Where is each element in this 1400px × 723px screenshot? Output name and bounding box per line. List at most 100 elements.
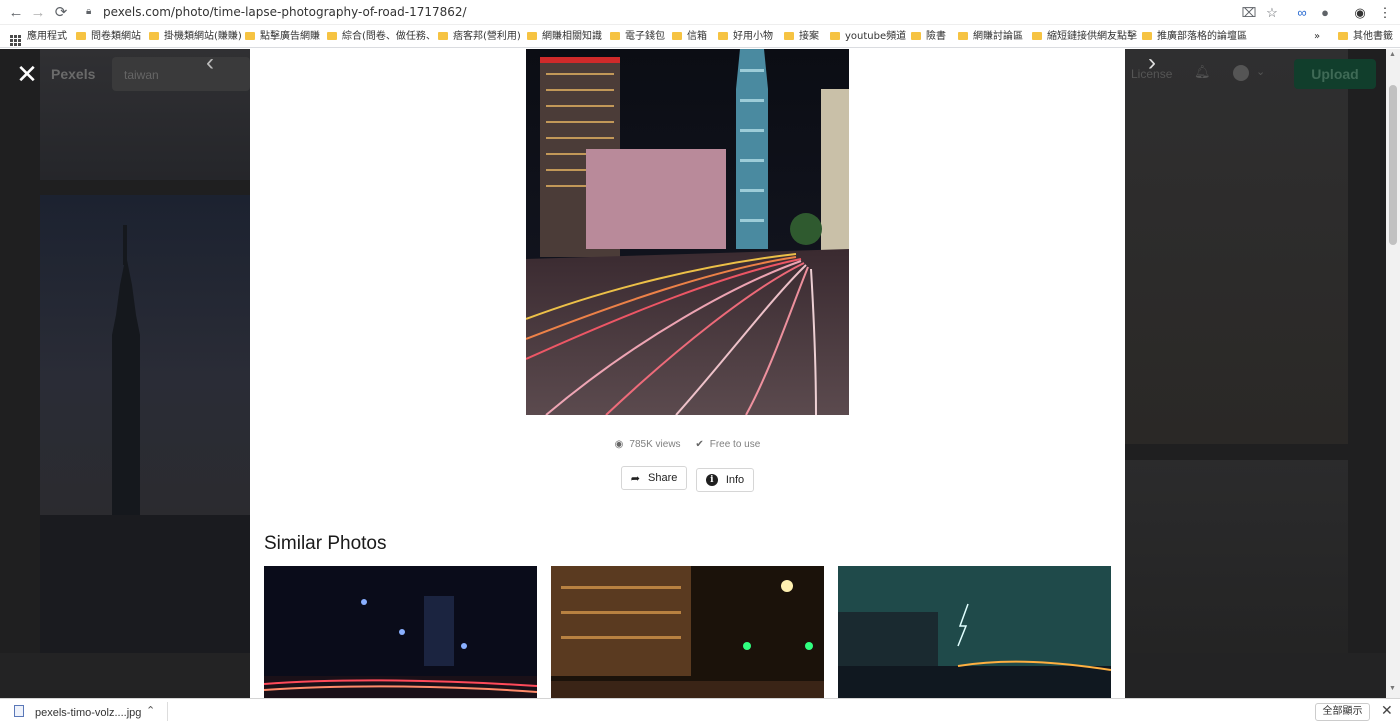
photo-modal: ◉ 785K views ✔ Free to use ➦ Share i Info Si… [250,49,1125,698]
views-stat: ◉ 785K views [615,439,681,450]
notification-bell-icon[interactable]: 🔔︎ [1194,64,1211,80]
pexels-logo[interactable]: Pexels [51,66,95,82]
bookmark-label: 信箱 [687,31,707,42]
bookmark-label: 險書 [926,31,946,42]
scroll-up-icon[interactable]: ▲ [1389,51,1396,58]
back-button[interactable]: ← [6,3,26,23]
scroll-down-icon[interactable]: ▼ [1389,685,1396,692]
bookmark-item[interactable]: 痞客邦(營利用) [438,30,521,44]
main-photo[interactable] [526,49,849,415]
check-circle-icon: ✔ [695,439,704,450]
close-icon[interactable]: ✕ [1381,702,1393,719]
bookmark-label: 電子錢包 [625,31,665,42]
upload-button[interactable]: Upload [1294,59,1376,89]
similar-photos-heading: Similar Photos [264,533,387,554]
divider [167,702,168,721]
back-icon: ← [8,4,24,21]
license-stat: ✔ Free to use [695,439,760,450]
bookmark-item[interactable]: 好用小物 [718,30,773,44]
folder-icon [149,32,159,40]
folder-icon [1032,32,1042,40]
share-arrow-icon: ➦ [630,472,641,485]
browser-toolbar: ← → ⟳ 🔒︎ pexels.com/photo/time-lapse-pho… [0,0,1400,25]
similar-photo-3[interactable] [838,566,1111,698]
folder-icon [438,32,448,40]
previous-photo-arrow-icon[interactable]: ‹ [206,49,226,76]
folder-icon [718,32,728,40]
background-photo-street [1125,49,1348,444]
forward-button[interactable]: → [28,3,48,23]
bookmark-label: 其他書籤 [1353,31,1393,42]
bookmark-item[interactable]: youtube頻道 [830,30,906,44]
bookmark-label: 接案 [799,31,819,42]
bookmark-label: 網賺相關知識 [542,31,602,42]
reload-button[interactable]: ⟳ [51,3,71,23]
folder-icon [610,32,620,40]
bookmark-label: 網賺討論區 [973,31,1023,42]
bookmark-item[interactable]: 信箱 [672,30,707,44]
star-icon[interactable]: ☆ [1263,4,1281,22]
bookmark-label: 點擊廣告網賺 [260,31,320,42]
pexels-page: ✕ Pexels taiwan License 🔔︎ ⌄ Upload ‹› [0,49,1400,698]
photo-stats: ◉ 785K views ✔ Free to use [250,439,1125,453]
bookmark-item[interactable]: 電子錢包 [610,30,665,44]
free-to-use-text: Free to use [709,439,761,450]
close-modal-button[interactable]: ✕ [14,61,40,88]
background-photo-taipei101 [40,195,250,653]
bookmark-label: youtube頻道 [845,31,907,42]
bookmark-label: 推廣部落格的論壇區 [1157,31,1247,42]
bookmark-item[interactable]: 問卷類網站 [76,30,141,44]
extension-circle-icon[interactable]: ● [1316,4,1334,22]
similar-photo-2[interactable] [551,566,824,698]
download-shelf: pexels-timo-volz....jpg ⌃ 全部顯示 ✕ [0,698,1400,723]
bookmarks-bar: 應用程式 問卷類網站 掛機類網站(賺賺) 點擊廣告網賺 綜合(問卷、做任務、 痞客邦(營利… [0,26,1400,48]
bookmark-item[interactable]: 縮短鏈接供網友點擊 [1032,30,1137,44]
apps-grid-icon [10,35,21,46]
info-button[interactable]: i Info [695,467,755,492]
folder-icon [784,32,794,40]
bookmark-item[interactable]: 推廣部落格的論壇區 [1142,30,1247,44]
menu-kebab-icon[interactable]: ⋮ [1376,4,1394,22]
next-photo-arrow-icon[interactable]: › [1148,49,1168,76]
bookmark-item[interactable]: 網賺討論區 [958,30,1023,44]
info-icon: i [705,473,718,486]
bookmark-item[interactable]: 接案 [784,30,819,44]
chevron-up-icon[interactable]: ⌃ [146,704,155,717]
scrollbar-thumb[interactable] [1389,85,1397,245]
bookmark-item[interactable]: 綜合(問卷、做任務、 [327,30,436,44]
chevron-down-icon[interactable]: ⌄ [1256,65,1265,78]
folder-icon [1338,32,1348,40]
browser-window: ← → ⟳ 🔒︎ pexels.com/photo/time-lapse-pho… [0,0,1400,723]
folder-icon [76,32,86,40]
forward-icon: → [30,4,46,21]
avatar[interactable] [1233,65,1249,81]
search-input[interactable]: taiwan [112,57,250,91]
bookmark-label: 應用程式 [27,31,67,42]
address-bar[interactable]: 🔒︎ pexels.com/photo/time-lapse-photograp… [78,3,1290,23]
show-all-downloads-button[interactable]: 全部顯示 [1315,703,1370,721]
other-bookmarks[interactable]: 其他書籤 [1338,30,1393,44]
share-label: Share [648,472,678,484]
profile-icon[interactable]: ◉ [1351,4,1369,22]
folder-icon [245,32,255,40]
share-button[interactable]: ➦ Share [620,466,688,490]
reload-icon: ⟳ [54,4,68,21]
bookmark-label: 縮短鏈接供網友點擊 [1047,31,1137,42]
bookmark-item[interactable]: 點擊廣告網賺 [245,30,320,44]
bookmark-item[interactable]: 應用程式 [10,30,67,46]
bookmark-item[interactable]: 網賺相關知識 [527,30,602,44]
page-scrollbar[interactable]: ▲ ▼ [1386,49,1400,698]
translate-icon[interactable]: ⌧ [1240,4,1258,22]
bookmark-item[interactable]: 險書 [911,30,946,44]
similar-photo-1[interactable] [264,566,537,698]
folder-icon [958,32,968,40]
bookmark-label: 問卷類網站 [91,31,141,42]
extension-infinity-icon[interactable]: ∞ [1293,4,1311,22]
folder-icon [527,32,537,40]
download-filename[interactable]: pexels-timo-volz....jpg [35,707,141,719]
more-bookmarks-button[interactable]: » [1314,30,1320,44]
lock-icon: 🔒︎ [86,6,92,17]
bookmark-item[interactable]: 掛機類網站(賺賺) [149,30,242,44]
folder-icon [1142,32,1152,40]
search-value: taiwan [124,68,159,82]
